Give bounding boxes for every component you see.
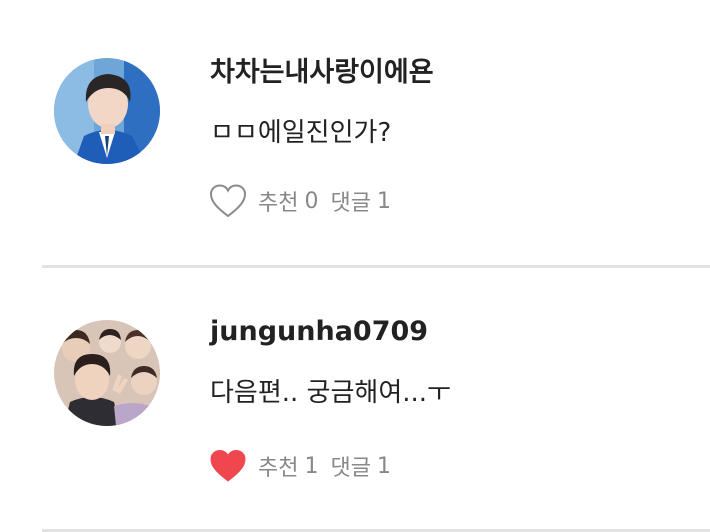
reply-label[interactable]: 댓글 <box>330 450 370 482</box>
avatar[interactable] <box>54 58 160 164</box>
reply-count: 1 <box>376 188 391 214</box>
comment-author[interactable]: jungunha0709 <box>210 316 428 347</box>
avatar[interactable] <box>54 320 160 426</box>
like-label[interactable]: 추천 <box>258 185 298 217</box>
heart-filled-icon[interactable] <box>208 448 248 484</box>
like-count: 1 <box>304 453 319 479</box>
comment-text: 다음편.. 궁금해여...ㅜ <box>210 378 451 408</box>
comment-actions: 추천 0 댓글 1 <box>208 181 403 221</box>
avatar-image <box>54 58 160 164</box>
reply-label[interactable]: 댓글 <box>330 185 370 217</box>
reply-count: 1 <box>376 453 391 479</box>
comment-item: jungunha0709 다음편.. 궁금해여...ㅜ 추천 1 댓글 1 <box>0 268 710 530</box>
like-label[interactable]: 추천 <box>258 450 298 482</box>
comment-actions: 추천 1 댓글 1 <box>208 446 403 486</box>
heart-outline-icon[interactable] <box>208 183 248 219</box>
comment-item: 차차는내사랑이에욘 ㅁㅁ에일진인가? 추천 0 댓글 1 <box>0 0 710 266</box>
comment-list: 차차는내사랑이에욘 ㅁㅁ에일진인가? 추천 0 댓글 1 jungunha070… <box>0 0 710 532</box>
comment-author[interactable]: 차차는내사랑이에욘 <box>210 50 434 89</box>
comment-text: ㅁㅁ에일진인가? <box>210 118 392 148</box>
like-count: 0 <box>304 188 319 214</box>
avatar-image <box>54 320 160 426</box>
